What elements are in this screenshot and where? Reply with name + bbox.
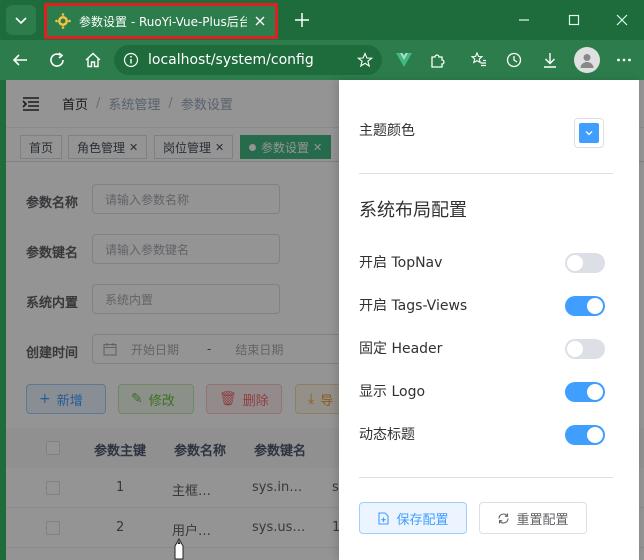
arrow-left-icon [12,54,27,66]
more-icon [617,58,631,62]
maximize-button[interactable] [562,8,586,32]
browser-tab-title: 参数设置 - RuoYi-Vue-Plus后台管理系统 [79,14,247,29]
divider [359,477,613,478]
divider [359,173,613,174]
chevron-down-icon [15,17,27,25]
maximize-icon [568,14,580,26]
history-icon [506,52,522,68]
reload-icon [50,52,64,67]
switch-knob [567,255,583,271]
minimize-icon [519,19,529,21]
switch-knob [567,341,583,357]
home-button[interactable] [81,48,105,72]
site-info-icon[interactable] [122,51,140,69]
extensions-button[interactable] [426,48,450,72]
favorites-button[interactable] [467,48,491,72]
theme-color-picker[interactable] [574,118,604,148]
vue-devtools-button[interactable] [392,48,416,72]
address-text: localhost/system/config [148,52,314,68]
plus-icon [295,13,309,27]
reset-config-button[interactable]: 重置配置 [479,502,587,534]
downloads-button[interactable] [538,48,562,72]
vue-logo-icon [396,53,412,67]
history-button[interactable] [502,48,526,72]
minimize-button[interactable] [512,8,536,32]
browser-tabstrip: 参数设置 - RuoYi-Vue-Plus后台管理系统 [0,0,644,40]
tab-actions-button[interactable] [6,5,36,35]
color-swatch [579,123,599,143]
layout-heading: 系统布局配置 [359,200,467,221]
profile-avatar[interactable] [574,47,600,73]
document-add-icon [378,511,390,525]
back-button[interactable] [8,48,32,72]
close-tab-icon[interactable] [253,14,267,28]
save-config-label: 保存配置 [396,512,449,528]
puzzle-icon [431,54,445,68]
reload-button[interactable] [45,48,69,72]
user-icon [580,54,594,68]
browser-menu-button[interactable] [612,48,636,72]
reset-config-label: 重置配置 [516,512,569,528]
save-config-button[interactable]: 保存配置 [359,502,467,534]
download-icon [544,53,556,68]
mouse-cursor-icon [174,538,184,560]
favorite-star-icon[interactable] [356,51,374,69]
favorites-list-icon [470,51,486,67]
switch-knob [587,298,603,314]
refresh-icon [498,513,510,523]
ruoyi-favicon-icon [55,13,71,29]
chevron-down-icon [585,131,593,136]
topnav-switch[interactable] [565,253,605,273]
tagsviews-switch[interactable] [565,296,605,316]
dynamic-title-switch[interactable] [565,425,605,445]
settings-drawer: 主题颜色 系统布局配置 开启 TopNav 开启 Tags-Views 固定 H… [339,80,639,560]
browser-tab-active[interactable]: 参数设置 - RuoYi-Vue-Plus后台管理系统 [44,3,278,39]
new-tab-button[interactable] [290,8,314,32]
browser-toolbar: localhost/system/config [0,40,644,80]
close-icon [616,14,628,26]
address-bar[interactable]: localhost/system/config [114,45,382,75]
close-window-button[interactable] [610,8,634,32]
switch-knob [587,384,603,400]
switch-knob [587,427,603,443]
logo-switch[interactable] [565,382,605,402]
home-icon [85,52,101,68]
fixed-header-switch[interactable] [565,339,605,359]
